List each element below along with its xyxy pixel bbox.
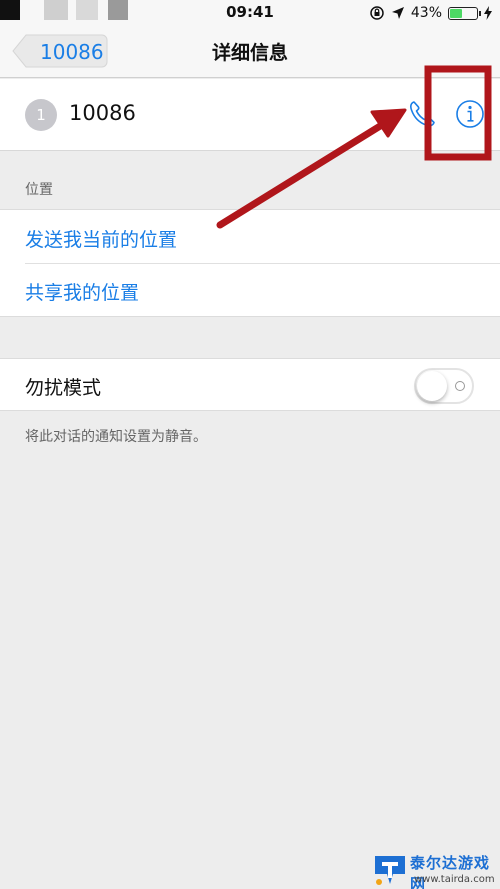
toggle-knob [417, 371, 447, 401]
avatar: 1 [25, 99, 57, 131]
location-arrow-icon [391, 7, 404, 19]
watermark-logo-icon [375, 856, 405, 885]
location-group: 发送我当前的位置 共享我的位置 [0, 209, 500, 317]
battery-fill [450, 8, 463, 18]
watermark-url: www.tairda.com [414, 874, 495, 885]
charging-bolt-icon [484, 6, 492, 20]
battery-icon [448, 6, 481, 20]
watermark: 泰尔达游戏网 www.tairda.com [372, 850, 500, 889]
battery-percent: 43% [410, 5, 442, 21]
do-not-disturb-row: 勿扰模式 [0, 358, 500, 411]
contact-name: 10086 [69, 101, 136, 125]
page-title: 详细信息 [211, 42, 288, 64]
info-icon[interactable] [455, 99, 485, 129]
location-section-header: 位置 [25, 182, 53, 198]
orientation-lock-icon [370, 6, 384, 20]
do-not-disturb-label: 勿扰模式 [25, 377, 102, 399]
do-not-disturb-footer: 将此对话的通知设置为静音。 [25, 429, 207, 445]
share-my-location-button[interactable]: 共享我的位置 [25, 278, 139, 305]
phone-icon[interactable] [406, 98, 438, 130]
do-not-disturb-toggle[interactable] [414, 368, 474, 404]
navigation-bar: 10086 详细信息 [0, 26, 500, 78]
divider [25, 263, 500, 264]
send-current-location-button[interactable]: 发送我当前的位置 [25, 225, 177, 252]
status-icons: 43% [369, 3, 492, 23]
status-bar: 09:41 43% [0, 0, 500, 26]
toggle-off-indicator-icon [455, 381, 465, 391]
